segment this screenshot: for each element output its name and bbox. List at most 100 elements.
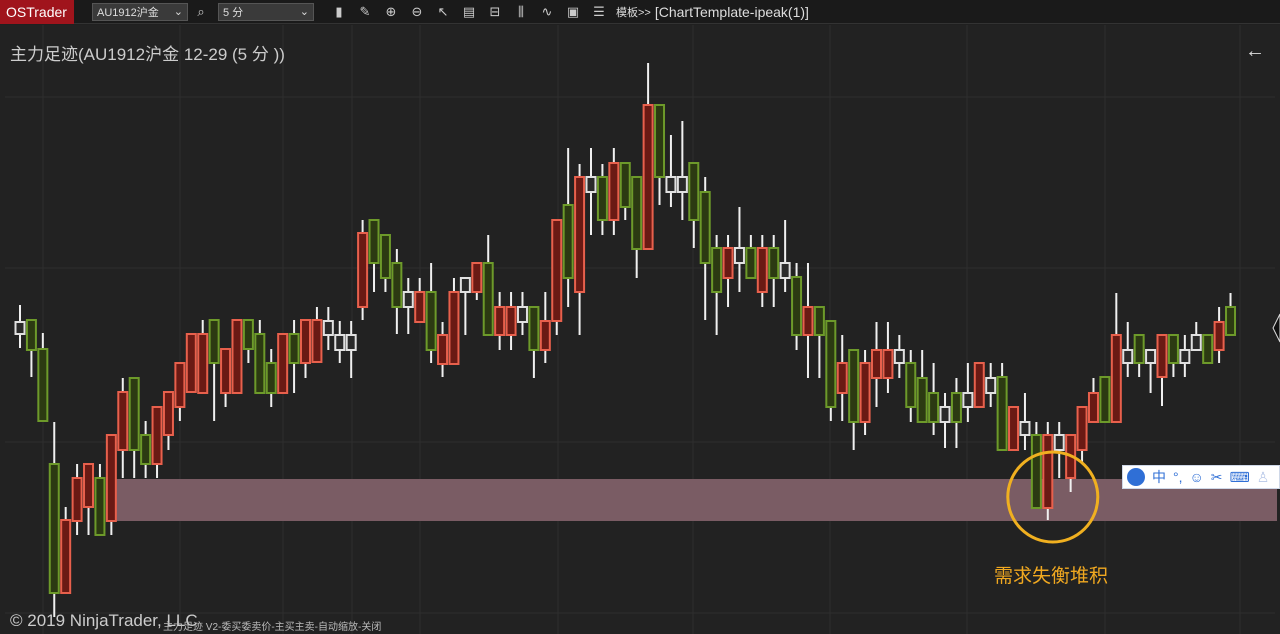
candle-body	[813, 306, 825, 336]
candle-body	[288, 333, 300, 364]
candle-body	[539, 320, 551, 351]
candle-body	[379, 234, 391, 279]
candle-body	[711, 247, 723, 293]
candle-body	[242, 319, 254, 350]
candle-body	[25, 319, 37, 351]
candle-body	[1190, 334, 1202, 351]
back-arrow-icon[interactable]: ←	[1245, 40, 1265, 63]
candle-body	[756, 247, 768, 293]
candle-body	[562, 204, 574, 279]
candle-body	[699, 191, 711, 264]
candle-body	[996, 376, 1008, 451]
candle-body	[140, 434, 152, 465]
candle-body	[425, 291, 437, 351]
candle-body	[848, 349, 860, 423]
candle-body	[882, 349, 894, 379]
candle-body	[402, 291, 414, 308]
candle-body	[619, 162, 631, 208]
user-icon[interactable]	[1127, 468, 1145, 486]
candle-body	[208, 319, 220, 364]
candle-body	[1225, 306, 1237, 336]
candle-body	[745, 247, 757, 279]
candle-body	[1145, 349, 1157, 364]
emoji-icon[interactable]: ☺	[1190, 469, 1204, 485]
candle-body	[459, 277, 471, 293]
candle-body	[448, 291, 460, 365]
candle-body	[1087, 392, 1099, 423]
candle-body	[14, 321, 26, 335]
candle-body	[471, 262, 483, 293]
candle-body	[322, 320, 334, 336]
candle-body	[1076, 406, 1088, 451]
candle-body	[94, 477, 106, 536]
candle-body	[802, 306, 814, 336]
candlestick-chart[interactable]	[0, 0, 1280, 634]
candle-body	[1167, 334, 1179, 364]
candle-body	[1202, 334, 1214, 364]
candle-body	[1156, 334, 1168, 378]
candle-body	[414, 291, 426, 323]
candle-body	[893, 349, 905, 364]
candle-body	[311, 319, 323, 363]
ime-mode[interactable]: 中	[1152, 467, 1166, 487]
candle-body	[1030, 434, 1042, 509]
keyboard-icon[interactable]: ⌨	[1230, 469, 1250, 486]
ime-toolbar[interactable]: 中 °, ☺ ✂ ⌨ ♙	[1122, 465, 1280, 489]
candle-body	[962, 392, 974, 408]
annotation-label: 需求失衡堆积	[994, 566, 1109, 587]
candle-body	[928, 392, 940, 423]
candle-body	[482, 262, 494, 336]
imbalance-zone	[106, 479, 1278, 521]
candle-body	[596, 176, 608, 221]
candle-body	[642, 104, 654, 250]
punctuation-toggle[interactable]: °,	[1173, 469, 1183, 485]
candle-body	[197, 333, 209, 394]
candle-body	[859, 362, 871, 423]
candle-body	[1019, 421, 1031, 436]
candle-body	[631, 176, 643, 250]
candle-body	[551, 219, 563, 322]
candle-body	[1122, 349, 1134, 364]
candle-body	[128, 377, 140, 451]
candle-body	[368, 219, 380, 264]
candle-body	[117, 391, 129, 451]
candle-body	[516, 306, 528, 323]
candle-body	[1110, 334, 1122, 423]
candle-body	[254, 333, 266, 394]
candle-body	[1042, 434, 1054, 509]
candle-body	[83, 463, 95, 508]
candle-body	[871, 349, 882, 379]
candle-body	[220, 348, 232, 394]
candle-body	[825, 320, 837, 408]
candle-body	[1053, 434, 1065, 451]
candle-body	[676, 176, 688, 193]
candle-body	[494, 306, 506, 336]
candle-body	[608, 162, 620, 221]
candle-body	[334, 334, 346, 351]
candle-body	[665, 176, 677, 193]
candle-body	[231, 319, 243, 394]
price-marker	[1272, 313, 1280, 343]
candle-body	[528, 306, 540, 351]
candle-body	[60, 519, 72, 594]
skin-icon[interactable]: ♙	[1257, 469, 1270, 486]
candle-body	[505, 306, 517, 336]
scissors-icon[interactable]: ✂	[1211, 469, 1223, 486]
candle-body	[357, 232, 369, 308]
candle-body	[185, 333, 197, 393]
candle-body	[277, 333, 289, 394]
candle-body	[985, 377, 997, 394]
candle-body	[768, 247, 780, 279]
candle-body	[345, 334, 357, 351]
candle-body	[916, 377, 928, 423]
candle-body	[300, 319, 311, 364]
candle-body	[437, 334, 449, 365]
candle-body	[37, 348, 49, 422]
candle-body	[950, 392, 962, 423]
candle-body	[654, 104, 666, 178]
candle-body	[733, 247, 745, 264]
indicator-label[interactable]: 主力足迹 V2-委买委卖价-主买主卖-自动缩放-关闭	[163, 618, 381, 633]
candle-body	[791, 276, 803, 336]
candle-body	[939, 406, 951, 423]
candle-body	[973, 362, 985, 408]
